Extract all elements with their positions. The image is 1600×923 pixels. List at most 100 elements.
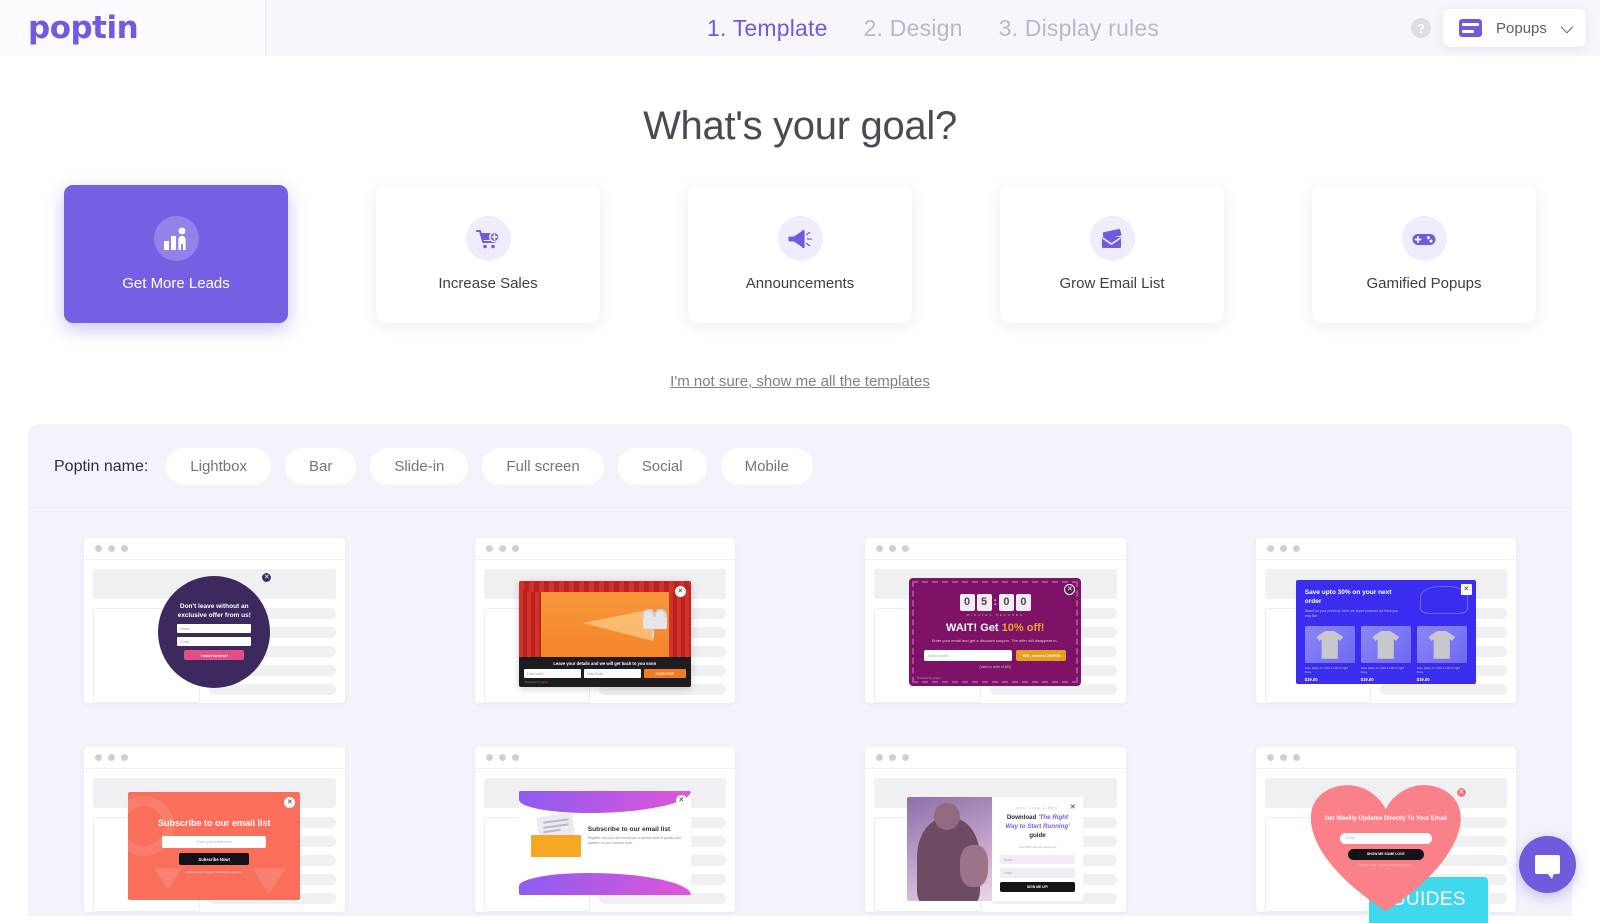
popup-submit-button[interactable]: SUBSCRIBE xyxy=(643,669,686,679)
popup-headline: Save upto 30% on your next order xyxy=(1304,588,1392,605)
poptin-template-chooser-app: poptin 1. Template 2. Design 3. Display … xyxy=(0,0,1600,923)
close-icon[interactable]: ✕ xyxy=(674,586,686,598)
gamepad-icon xyxy=(1401,216,1447,261)
decorative-triangle-icon xyxy=(154,868,183,891)
template-card[interactable]: ✕ Leave your details and we will get bac… xyxy=(474,538,735,703)
popup-fineprint: We hate spam. You can unsubscribe anytim… xyxy=(1359,863,1413,867)
show-all-templates-link[interactable]: I'm not sure, show me all the templates xyxy=(0,373,1600,390)
product-card-list: Cole Haan xx. Men's t-shirt Light Grey $… xyxy=(1304,625,1467,684)
template-card[interactable]: ✕ Save upto 30% on your next order Based… xyxy=(1255,538,1516,703)
browser-dot-icon xyxy=(108,545,115,552)
countdown-timer: 0 5 : 0 0 xyxy=(959,593,1031,611)
popup-name-field[interactable]: Name xyxy=(999,855,1076,865)
filter-pill-mobile[interactable]: Mobile xyxy=(720,448,813,485)
goal-card-get-more-leads[interactable]: Get More Leads xyxy=(64,185,288,323)
popup-email-field[interactable]: Email xyxy=(1339,832,1432,844)
popup-email-field[interactable]: Enter your email here xyxy=(162,836,267,849)
envelope-icon xyxy=(1089,216,1135,261)
goal-card-grow-email-list[interactable]: Grow Email List xyxy=(1000,185,1224,323)
template-card[interactable]: ✕ 0 5 : 0 0 MINUTES SECONDS WAIT! Get 10… xyxy=(865,538,1126,703)
template-preview: ✕ Subscribe to our email list Register n… xyxy=(474,747,735,912)
popup-submit-button[interactable]: Subscribe Now! xyxy=(179,853,250,866)
product-card[interactable]: Cole Haan xx. Men's t-shirt Light Grey $… xyxy=(1304,625,1355,684)
goal-label: Grow Email List xyxy=(1059,275,1165,292)
product-image xyxy=(1416,625,1467,663)
template-card[interactable]: ✕ Don't leave without an exclusive offer… xyxy=(84,538,345,703)
filter-pill-slide-in[interactable]: Slide-in xyxy=(370,448,469,485)
timer-colon: : xyxy=(993,596,997,608)
popups-selector[interactable]: Popups xyxy=(1443,9,1586,47)
help-icon[interactable]: ? xyxy=(1411,18,1431,38)
template-filter-bar: Poptin name: Lightbox Bar Slide-in Full … xyxy=(28,424,1572,508)
browser-dot-icon xyxy=(1279,545,1287,552)
product-card[interactable]: Cole Haan xx. Men's t-shirt Light Grey $… xyxy=(1416,625,1467,684)
template-preview: ✕ Subscribe to our email list Enter your… xyxy=(84,747,345,912)
page-skeleton: ✕ Subscribe to our email list Enter your… xyxy=(84,769,345,912)
browser-dot-icon xyxy=(485,754,493,761)
popup-submit-button[interactable]: SHOW ME SOME LOVE xyxy=(1347,848,1424,860)
filter-pill-social[interactable]: Social xyxy=(617,448,707,485)
popup-headline: Get Weekly Updates Directly To Your Emai… xyxy=(1324,816,1447,823)
browser-chrome-bar xyxy=(865,747,1126,769)
popup-submit-button[interactable]: I want to hear! xyxy=(184,650,245,661)
popup-email-field[interactable]: Email xyxy=(999,868,1076,878)
popup-name-field[interactable]: Enter name xyxy=(523,669,581,679)
template-preview: ✕ Save upto 30% on your next order Based… xyxy=(1255,538,1516,703)
close-icon[interactable]: ✕ xyxy=(675,795,687,807)
popup-submit-button[interactable]: YES - I want a COUPON xyxy=(1016,650,1067,662)
goal-label: Announcements xyxy=(745,275,855,292)
logo-area: poptin xyxy=(0,0,266,56)
popup-icon xyxy=(1459,19,1482,37)
product-card[interactable]: Cole Haan xx. Men's t-shirt Light Grey $… xyxy=(1360,625,1411,684)
timer-digit: 0 xyxy=(959,593,975,611)
filter-pill-lightbox[interactable]: Lightbox xyxy=(166,448,271,485)
popup-name-field[interactable]: Name xyxy=(177,624,252,634)
template-card[interactable]: ✕ Subscribe to our email list Register n… xyxy=(474,747,735,912)
leads-chart-person-icon xyxy=(153,216,199,261)
popup-email-field[interactable]: Enter Email xyxy=(583,669,641,679)
browser-dot-icon xyxy=(1279,754,1287,761)
template-card[interactable]: ✕ Subscribe to our email list Enter your… xyxy=(84,747,345,912)
close-icon[interactable]: ✕ xyxy=(1455,787,1467,799)
film-projector-icon xyxy=(641,609,671,639)
close-icon[interactable]: ✕ xyxy=(284,797,296,809)
step-design[interactable]: 2. Design xyxy=(864,15,963,42)
browser-dot-icon xyxy=(889,754,896,761)
popup-headline: Don't leave without an exclusive offer f… xyxy=(177,602,251,619)
goal-card-gamified-popups[interactable]: Gamified Popups xyxy=(1312,185,1536,323)
chat-bubble-icon[interactable] xyxy=(1519,836,1576,893)
browser-dot-icon xyxy=(1292,545,1300,552)
popup-email-field[interactable]: Enter e-mail xyxy=(924,650,1013,662)
filter-pill-full-screen[interactable]: Full screen xyxy=(482,448,604,485)
popup-preview-newsletter: ✕ Subscribe to our email list Register n… xyxy=(518,791,691,896)
browser-dot-icon xyxy=(511,754,519,761)
popup-preview-heart: ✕ Get Weekly Updates Directly To Your Em… xyxy=(1311,785,1467,912)
popup-subtext: Enter your email and get a discount coup… xyxy=(931,637,1059,643)
timer-digit: 0 xyxy=(1015,593,1031,611)
popup-email-field[interactable]: Email xyxy=(177,637,252,647)
goal-card-increase-sales[interactable]: Increase Sales xyxy=(376,185,600,323)
step-display-rules[interactable]: 3. Display rules xyxy=(999,15,1159,42)
close-icon[interactable]: ✕ xyxy=(1064,583,1076,595)
popup-submit-button[interactable]: SIGN ME UP! xyxy=(999,881,1076,893)
template-grid: ✕ Don't leave without an exclusive offer… xyxy=(28,508,1572,912)
step-template[interactable]: 1. Template xyxy=(707,15,828,42)
chat-bubble-shape xyxy=(1535,855,1560,879)
browser-dot-icon xyxy=(498,754,506,761)
poptin-logo[interactable]: poptin xyxy=(28,10,139,46)
close-icon[interactable]: ✕ xyxy=(1067,802,1079,814)
popup-content: Subscribe to our email list Register now… xyxy=(519,813,691,858)
goal-card-announcements[interactable]: Announcements xyxy=(688,185,912,323)
app-header: poptin 1. Template 2. Design 3. Display … xyxy=(0,0,1600,56)
popups-selector-label: Popups xyxy=(1496,19,1547,37)
popup-headline: Subscribe to our email list xyxy=(157,818,271,829)
template-card[interactable]: ✕ RUN LIKE A PRO Download 'The Right Way… xyxy=(865,747,1126,912)
curtain-left-icon xyxy=(518,581,541,658)
product-name: Cole Haan xx. Men's t-shirt Light Grey xyxy=(1360,665,1405,675)
filter-pill-bar[interactable]: Bar xyxy=(285,448,357,485)
close-icon[interactable]: ✕ xyxy=(1460,583,1472,595)
cinema-stage-illustration xyxy=(518,581,691,658)
page-skeleton: ✕ RUN LIKE A PRO Download 'The Right Way… xyxy=(865,769,1126,912)
close-icon[interactable]: ✕ xyxy=(261,571,273,583)
popup-fineprint: No hate spam. You can unsubscribe anytim… xyxy=(186,870,243,875)
